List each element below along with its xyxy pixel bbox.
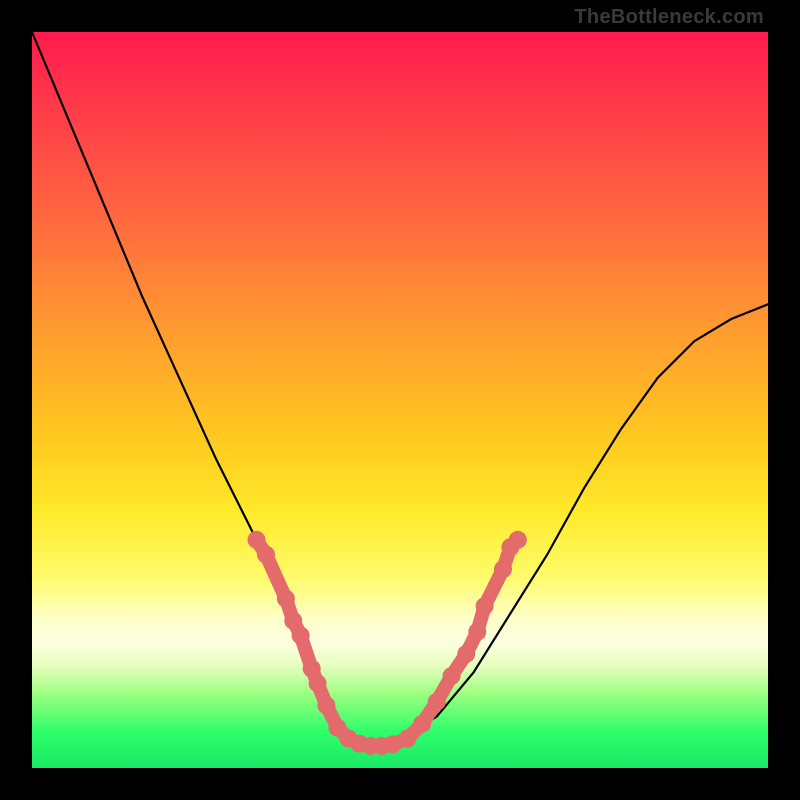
- watermark-text: TheBottleneck.com: [574, 6, 764, 29]
- curve-marker-dot: [248, 531, 266, 549]
- curve-marker-dot: [317, 696, 335, 714]
- curve-markers: [248, 531, 527, 755]
- curve-marker-dot: [494, 560, 512, 578]
- curve-marker-dot: [309, 674, 327, 692]
- curve-marker-dot: [292, 627, 310, 645]
- bottleneck-curve-path: [32, 32, 768, 746]
- chart-frame: TheBottleneck.com: [0, 0, 800, 800]
- curve-marker-dot: [277, 590, 295, 608]
- curve-marker-dot: [413, 715, 431, 733]
- curve-marker-dot: [457, 645, 475, 663]
- curve-marker-dot: [398, 730, 416, 748]
- curve-marker-dot: [509, 531, 527, 549]
- curve-marker-dot: [443, 667, 461, 685]
- curve-marker-dot: [257, 546, 275, 564]
- plot-area: [32, 32, 768, 768]
- curve-marker-dot: [468, 623, 486, 641]
- chart-svg: [32, 32, 768, 768]
- curve-marker-dot: [476, 597, 494, 615]
- curve-marker-dot: [428, 693, 446, 711]
